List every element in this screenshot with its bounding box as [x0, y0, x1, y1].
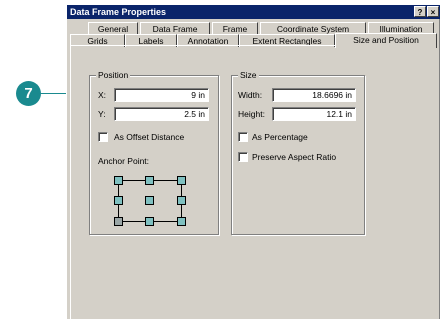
- offset-distance-checkbox[interactable]: [98, 132, 108, 142]
- anchor-point-label: Anchor Point:: [98, 156, 150, 166]
- size-group-title: Size: [238, 70, 259, 80]
- anchor-bottom-center[interactable]: [145, 217, 154, 226]
- size-position-panel: Position X: 9 in Y: 2.5 in As Offset Dis…: [70, 45, 437, 320]
- height-label: Height:: [238, 109, 265, 119]
- tab-size-and-position[interactable]: Size and Position: [335, 33, 437, 48]
- title-bar: Data Frame Properties ? ×: [67, 5, 440, 19]
- x-label: X:: [98, 90, 107, 100]
- position-group-title: Position: [96, 70, 131, 80]
- width-label: Width:: [238, 90, 263, 100]
- height-input[interactable]: 12.1 in: [272, 107, 356, 121]
- as-percentage-label: As Percentage: [252, 132, 308, 142]
- as-percentage-checkbox[interactable]: [238, 132, 248, 142]
- preserve-aspect-label: Preserve Aspect Ratio: [252, 152, 337, 162]
- anchor-top-right[interactable]: [177, 176, 186, 185]
- anchor-top-left[interactable]: [114, 176, 123, 185]
- help-button[interactable]: ?: [414, 6, 426, 17]
- window-title: Data Frame Properties: [70, 7, 167, 17]
- anchor-middle-right[interactable]: [177, 196, 186, 205]
- anchor-bottom-right[interactable]: [177, 217, 186, 226]
- anchor-middle-left[interactable]: [114, 196, 123, 205]
- step-callout-badge: 7: [16, 81, 41, 106]
- anchor-center[interactable]: [145, 196, 154, 205]
- width-input[interactable]: 18.6696 in: [272, 88, 356, 102]
- x-input[interactable]: 9 in: [114, 88, 209, 102]
- size-group: Size Width: 18.6696 in Height: 12.1 in A…: [231, 70, 365, 235]
- anchor-bottom-left[interactable]: [114, 217, 123, 226]
- y-label: Y:: [98, 109, 106, 119]
- position-group: Position X: 9 in Y: 2.5 in As Offset Dis…: [89, 70, 219, 235]
- preserve-aspect-checkbox[interactable]: [238, 152, 248, 162]
- close-button[interactable]: ×: [427, 6, 439, 17]
- y-input[interactable]: 2.5 in: [114, 107, 209, 121]
- anchor-top-center[interactable]: [145, 176, 154, 185]
- data-frame-properties-dialog: Data Frame Properties ? × General Data F…: [66, 4, 440, 320]
- offset-distance-label: As Offset Distance: [114, 132, 185, 142]
